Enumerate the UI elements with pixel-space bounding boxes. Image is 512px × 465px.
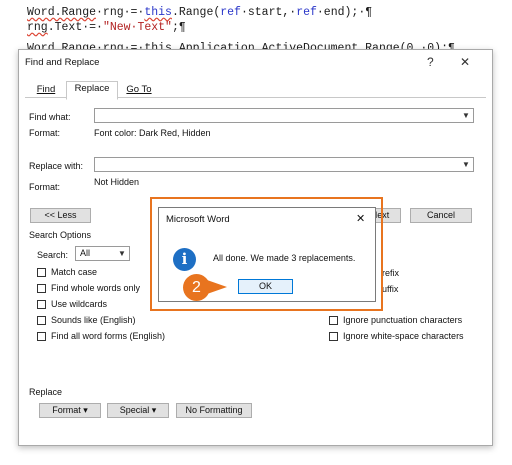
match-case-checkbox[interactable]: Match case [37,267,97,278]
no-formatting-button[interactable]: No Formatting [176,403,252,418]
whole-words-checkbox[interactable]: Find whole words only [37,283,140,294]
ignore-whitespace-checkbox[interactable]: Ignore white-space characters [329,331,464,342]
help-button[interactable]: ? [427,55,434,69]
tab-find[interactable]: Find [31,83,61,97]
callout-pointer [207,280,227,294]
step-number: 2 [183,274,210,301]
replace-format-value: Not Hidden [94,177,140,187]
close-button[interactable]: ✕ [460,55,470,69]
tab-goto[interactable]: Go To [120,83,158,97]
find-what-label: Find what: [29,112,71,122]
info-icon: i [173,248,196,271]
format-button[interactable]: Format ▾ [39,403,101,418]
ignore-punctuation-checkbox[interactable]: Ignore punctuation characters [329,315,462,326]
find-what-input[interactable]: ▼ [94,108,474,123]
dialog-title: Find and Replace [25,57,100,68]
cancel-button[interactable]: Cancel [410,208,472,223]
find-format-label: Format: [29,128,61,138]
match-prefix-label-partial: refix [382,268,400,278]
search-direction-select[interactable]: All ▼ [75,246,130,261]
match-suffix-label-partial: uffix [382,284,399,294]
step-callout: 2 [183,274,231,301]
sounds-like-checkbox[interactable]: Sounds like (English) [37,315,136,326]
word-forms-checkbox[interactable]: Find all word forms (English) [37,331,165,342]
ok-button[interactable]: OK [238,279,293,294]
replace-section-label: Replace [29,387,63,397]
tab-replace[interactable]: Replace [66,81,118,100]
search-label: Search: [37,250,69,260]
wildcards-checkbox[interactable]: Use wildcards [37,299,107,310]
special-button[interactable]: Special ▾ [107,403,169,418]
code-line-2: rng.Text·=·"New·Text";¶ [27,21,186,34]
replace-with-label: Replace with: [29,161,84,171]
chevron-down-icon[interactable]: ▼ [459,158,473,171]
replace-with-input[interactable]: ▼ [94,157,474,172]
find-format-value: Font color: Dark Red, Hidden [94,128,211,138]
replace-format-label: Format: [29,182,61,192]
chevron-down-icon[interactable]: ▼ [115,247,129,260]
message-box-title: Microsoft Word [166,214,230,225]
search-options-label: Search Options [29,230,92,240]
message-box-close-button[interactable]: ✕ [356,212,365,225]
less-button[interactable]: << Less [30,208,91,223]
code-line-1: Word.Range·rng·=·this.Range(ref·start,·r… [27,6,373,19]
chevron-down-icon[interactable]: ▼ [459,109,473,122]
message-text: All done. We made 3 replacements. [213,253,356,263]
